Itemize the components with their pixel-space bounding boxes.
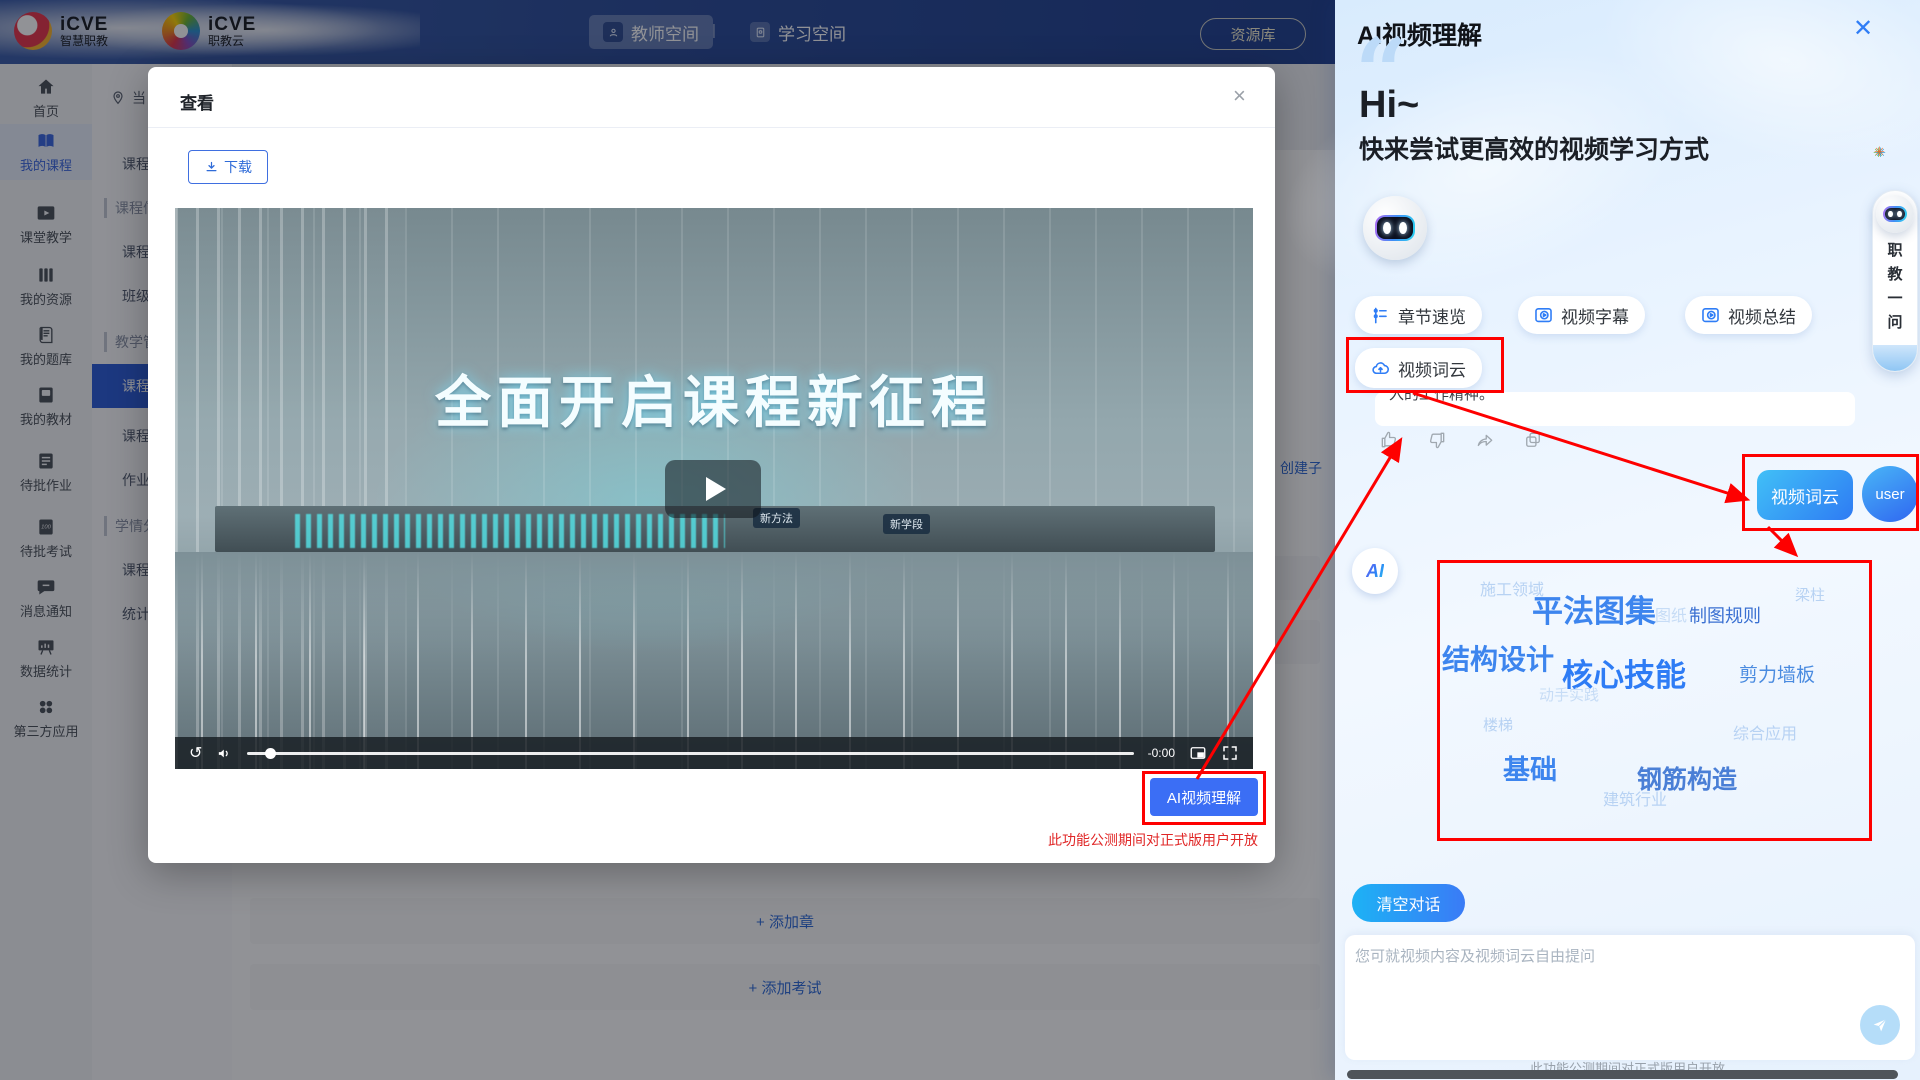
greeting-subtitle: 快来尝试更高效的视频学习方式 xyxy=(1359,130,1709,166)
chat-input-card xyxy=(1345,935,1915,1060)
panel-close-icon[interactable]: ✕ xyxy=(1853,14,1873,43)
progress-bar[interactable] xyxy=(247,752,1133,755)
widget-char: 教 xyxy=(1887,263,1902,284)
app-root: iCVE 智慧职教 iCVE 职教云 教师空间 | 学习空间 资源库 xyxy=(0,0,1920,1080)
video-title-text: 全面开启课程新征程 xyxy=(175,358,1253,439)
video-summary-icon xyxy=(1701,306,1720,325)
thumbs-up-icon[interactable] xyxy=(1379,430,1399,450)
play-icon xyxy=(706,477,726,501)
view-modal: 查看 × 下载 全面开启课程新征程 新方法 新学段 ↺ -0:00 xyxy=(148,67,1275,863)
video-player[interactable]: 全面开启课程新征程 新方法 新学段 ↺ -0:00 xyxy=(175,208,1253,769)
robot-visor xyxy=(1375,215,1416,241)
greeting-text: Hi~ xyxy=(1359,84,1419,127)
video-subtitle-icon xyxy=(1534,306,1553,325)
progress-handle[interactable] xyxy=(265,748,276,759)
ai-avatar-mark: AI xyxy=(1366,561,1384,582)
chip-label: 视频总结 xyxy=(1728,303,1796,328)
clear-chat-button[interactable]: 清空对话 xyxy=(1352,884,1465,922)
widget-robot-eye xyxy=(1888,211,1892,217)
assistant-message-text: 入的工作精神。 xyxy=(1375,392,1855,404)
robot-eye xyxy=(1383,222,1391,235)
annotation-box-user-message xyxy=(1742,454,1919,531)
play-button[interactable] xyxy=(665,460,761,518)
chip-chapter-overview[interactable]: 章节速览 xyxy=(1355,296,1482,334)
widget-char: 一 xyxy=(1887,287,1902,308)
robot-avatar xyxy=(1363,196,1427,260)
fullscreen-icon[interactable] xyxy=(1221,744,1239,762)
annotation-box-wordcloud-chip xyxy=(1346,337,1504,393)
download-label: 下载 xyxy=(224,157,252,177)
video-equalizer-bars xyxy=(295,514,725,548)
widget-char: 职 xyxy=(1887,239,1902,260)
zhijiao-mini-logo-icon: ✳ xyxy=(1874,144,1890,160)
video-controls: ↺ -0:00 xyxy=(175,737,1253,769)
beta-note: 此功能公测期间对正式版用户开放 xyxy=(1035,830,1258,850)
download-button[interactable]: 下载 xyxy=(188,150,268,184)
modal-close-icon[interactable]: × xyxy=(1233,83,1246,109)
horizontal-scrollbar-thumb[interactable] xyxy=(1347,1070,1898,1079)
thumbs-down-icon[interactable] xyxy=(1427,430,1447,450)
ai-video-panel: AI视频理解 ✕ “ Hi~ 快来尝试更高效的视频学习方式 章节速览 视频字幕 … xyxy=(1335,0,1920,1080)
chip-label: 章节速览 xyxy=(1398,303,1466,328)
chat-input[interactable] xyxy=(1353,943,1827,1052)
widget-char: 问 xyxy=(1887,311,1902,332)
widget-label: 职 教 一 问 xyxy=(1887,239,1902,332)
send-icon xyxy=(1871,1016,1889,1034)
chapter-list-icon xyxy=(1371,306,1390,325)
modal-divider xyxy=(148,127,1275,128)
send-button[interactable] xyxy=(1860,1005,1900,1045)
video-tag: 新学段 xyxy=(883,514,930,534)
annotation-box-ai-button xyxy=(1142,771,1266,825)
video-time: -0:00 xyxy=(1148,746,1175,760)
robot-eye xyxy=(1399,222,1407,235)
chip-label: 视频字幕 xyxy=(1561,303,1629,328)
message-actions xyxy=(1379,430,1543,450)
ai-avatar: AI xyxy=(1352,548,1398,594)
annotation-box-wordcloud xyxy=(1437,560,1872,841)
chip-video-summary[interactable]: 视频总结 xyxy=(1685,296,1812,334)
widget-robot-eye xyxy=(1897,211,1901,217)
modal-title: 查看 xyxy=(180,89,214,114)
copy-icon[interactable] xyxy=(1523,430,1543,450)
zhijiao-yiwen-widget[interactable]: 职 教 一 问 xyxy=(1872,190,1918,372)
share-icon[interactable] xyxy=(1475,430,1495,450)
chip-video-subtitles[interactable]: 视频字幕 xyxy=(1518,296,1645,334)
pip-icon[interactable] xyxy=(1189,744,1207,762)
download-icon xyxy=(204,160,219,175)
widget-robot-icon xyxy=(1876,195,1914,233)
widget-robot-visor xyxy=(1883,206,1907,221)
replay-icon[interactable]: ↺ xyxy=(189,743,202,763)
volume-icon[interactable] xyxy=(216,745,233,762)
assistant-message-clipped: 入的工作精神。 xyxy=(1375,392,1855,426)
